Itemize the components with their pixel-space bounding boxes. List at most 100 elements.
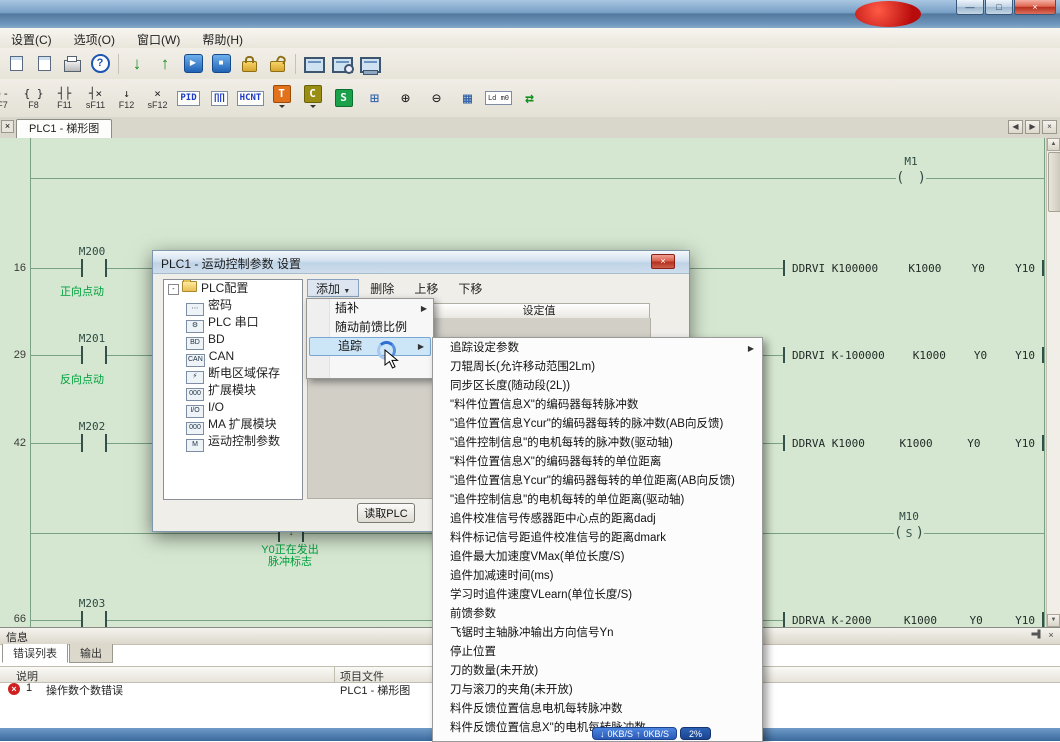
menu-item[interactable]: 设置(C) xyxy=(0,28,63,48)
tool-timer[interactable]: T xyxy=(266,82,297,115)
pin-icon[interactable] xyxy=(1028,629,1042,642)
unlock-button[interactable] xyxy=(264,51,290,77)
monitor-watch-button[interactable] xyxy=(329,51,355,77)
menu-item[interactable]: 窗口(W) xyxy=(126,28,191,48)
tool-ld-m0-icon[interactable]: Ld m0 xyxy=(483,82,514,115)
tool-f11-contact[interactable]: ┤├ F11 xyxy=(49,82,80,115)
tab-scroll-right-icon[interactable]: ▶ xyxy=(1025,120,1040,134)
tool-sf12-delete-line[interactable]: × sF12 xyxy=(142,82,173,115)
upload-from-plc-button[interactable]: ↑ xyxy=(152,51,178,77)
submenu-item[interactable]: 追件校准信号传感器距中心点的距离dadj xyxy=(433,510,762,529)
tool-f12-down-line[interactable]: ↓ F12 xyxy=(111,82,142,115)
coil-m10-set[interactable]: M10 ( S ) xyxy=(894,524,924,542)
submenu-item[interactable]: 料件标记信号距追件校准信号的距离dmark xyxy=(433,529,762,548)
tool-zoom-out-icon[interactable]: ⊖ xyxy=(421,82,452,115)
new-document-button[interactable] xyxy=(3,51,29,77)
tool-f8-branch[interactable]: { } F8 xyxy=(18,82,49,115)
coil-m1[interactable]: M1 () xyxy=(896,169,926,187)
submenu-item[interactable]: 刀的数量(未开放) xyxy=(433,662,762,681)
tab-error-list[interactable]: 错误列表 xyxy=(2,644,68,663)
tab-output[interactable]: 输出 xyxy=(69,644,113,663)
tool-grid-icon[interactable]: ▦ xyxy=(452,82,483,115)
tool-hcnt[interactable]: HCNT xyxy=(235,82,266,115)
minimize-button[interactable]: — xyxy=(956,0,984,15)
add-button[interactable]: 添加 ▼ xyxy=(307,279,359,297)
close-button[interactable]: × xyxy=(1014,0,1056,15)
tool-zoom-in-icon[interactable]: ⊕ xyxy=(390,82,421,115)
tool-pulse-output[interactable]: ∏∏ xyxy=(204,82,235,115)
move-down-button[interactable]: 下移 xyxy=(449,279,491,297)
tab-close-icon[interactable]: × xyxy=(1042,120,1057,134)
submenu-item[interactable]: 学习时追件速度VLearn(单位长度/S) xyxy=(433,586,762,605)
submenu-item[interactable]: 刀辊周长(允许移动范围2Lm) xyxy=(433,358,762,377)
instruction-ddrva-2[interactable]: DDRVA K-2000 K1000 Y0 Y10 xyxy=(783,612,1044,627)
contact-m202[interactable]: M202 xyxy=(81,434,103,452)
menu-item[interactable]: 选项(O) xyxy=(63,28,126,48)
tree-item[interactable]: ⋯密码 xyxy=(164,297,302,314)
monitor-edit-button[interactable] xyxy=(357,51,383,77)
help-button[interactable]: ? xyxy=(87,51,113,77)
submenu-item[interactable]: "料件位置信息X"的编码器每转的单位距离 xyxy=(433,453,762,472)
menu-item-tracking[interactable]: 追踪 ▶ xyxy=(309,337,431,356)
instruction-ddrva-1[interactable]: DDRVA K1000 K1000 Y0 Y10 xyxy=(783,435,1044,451)
tool-sf11-delete[interactable]: ┤× sF11 xyxy=(80,82,111,115)
monitor-mode-button[interactable] xyxy=(301,51,327,77)
maximize-button[interactable]: □ xyxy=(985,0,1013,15)
menu-item-feedforward[interactable]: 随动前馈比例 xyxy=(307,318,433,337)
contact-m200[interactable]: M200 xyxy=(81,259,103,277)
submenu-item[interactable]: 追件加减速时间(ms) xyxy=(433,567,762,586)
tree-expander-icon[interactable]: - xyxy=(168,284,179,295)
tree-item[interactable]: I/OI/O xyxy=(164,399,302,416)
submenu-item[interactable]: "追件控制信息"的电机每转的单位距离(驱动轴) xyxy=(433,491,762,510)
menu-item[interactable]: 帮助(H) xyxy=(191,28,254,48)
tool-transfer-icon[interactable]: ⇄ xyxy=(514,82,545,115)
tool-f7[interactable]: )- F7 xyxy=(0,82,18,115)
read-plc-button[interactable]: 读取PLC xyxy=(357,503,415,523)
print-button[interactable] xyxy=(59,51,85,77)
plc-config-tree[interactable]: -PLC配置 ⋯密码 ⚙PLC 串口 BDBD CANCAN xyxy=(163,279,303,500)
tree-item[interactable]: 000MA 扩展模块 xyxy=(164,416,302,433)
tree-item[interactable]: 000扩展模块 xyxy=(164,382,302,399)
stop-plc-button[interactable]: ■ xyxy=(208,51,234,77)
instruction-ddrvi-1[interactable]: DDRVI K100000 K1000 Y0 Y10 xyxy=(783,260,1044,276)
delete-button[interactable]: 删除 xyxy=(361,279,403,297)
scroll-down-icon[interactable]: ▼ xyxy=(1047,614,1060,627)
title-bar[interactable]: — □ × xyxy=(0,0,1060,29)
tool-split-window-icon[interactable]: ⊞ xyxy=(359,82,390,115)
submenu-item[interactable]: 刀与滚刀的夹角(未开放) xyxy=(433,681,762,700)
contact-m203[interactable]: M203 xyxy=(81,611,103,627)
submenu-item[interactable]: 停止位置 xyxy=(433,643,762,662)
submenu-item[interactable]: "料件位置信息X"的编码器每转脉冲数 xyxy=(433,396,762,415)
submenu-item[interactable]: "追件位置信息Ycur"的编码器每转的单位距离(AB向反馈) xyxy=(433,472,762,491)
contact-m201[interactable]: M201 xyxy=(81,346,103,364)
submenu-item[interactable]: 追件最大加速度VMax(单位长度/S) xyxy=(433,548,762,567)
submenu-item[interactable]: 同步区长度(随动段(2L)) xyxy=(433,377,762,396)
scrollbar-thumb[interactable] xyxy=(1048,152,1060,212)
instruction-ddrvi-2[interactable]: DDRVI K-100000 K1000 Y0 Y10 xyxy=(783,347,1044,363)
scroll-up-icon[interactable]: ▲ xyxy=(1047,138,1060,151)
ladder-scrollbar[interactable]: ▲ ▼ xyxy=(1046,138,1060,627)
tree-item[interactable]: M运动控制参数 xyxy=(164,433,302,450)
dialog-close-button[interactable]: × xyxy=(651,254,675,269)
pane-close-icon[interactable]: × xyxy=(1,120,14,133)
open-document-button[interactable] xyxy=(31,51,57,77)
tree-root-plc-config[interactable]: -PLC配置 xyxy=(164,280,302,297)
tab-scroll-left-icon[interactable]: ◀ xyxy=(1008,120,1023,134)
tool-state[interactable]: S xyxy=(328,82,359,115)
tree-item[interactable]: BDBD xyxy=(164,331,302,348)
tool-pid[interactable]: PID xyxy=(173,82,204,115)
tool-counter[interactable]: C xyxy=(297,82,328,115)
submenu-item[interactable]: "追件控制信息"的电机每转的脉冲数(驱动轴) xyxy=(433,434,762,453)
tree-item[interactable]: ⚡断电区域保存 xyxy=(164,365,302,382)
submenu-item[interactable]: 料件反馈位置信息电机每转脉冲数 xyxy=(433,700,762,719)
lock-button[interactable] xyxy=(236,51,262,77)
dialog-title-bar[interactable]: PLC1 - 运动控制参数 设置 × xyxy=(153,251,689,274)
menu-item-interpolation[interactable]: 插补 ▶ xyxy=(307,299,433,318)
move-up-button[interactable]: 上移 xyxy=(405,279,447,297)
tree-item[interactable]: CANCAN xyxy=(164,348,302,365)
panel-close-icon[interactable]: × xyxy=(1044,629,1058,642)
tab-plc1-ladder[interactable]: PLC1 - 梯形图 xyxy=(16,119,112,139)
run-plc-button[interactable]: ▶ xyxy=(180,51,206,77)
submenu-item[interactable]: 前馈参数 xyxy=(433,605,762,624)
tree-item[interactable]: ⚙PLC 串口 xyxy=(164,314,302,331)
